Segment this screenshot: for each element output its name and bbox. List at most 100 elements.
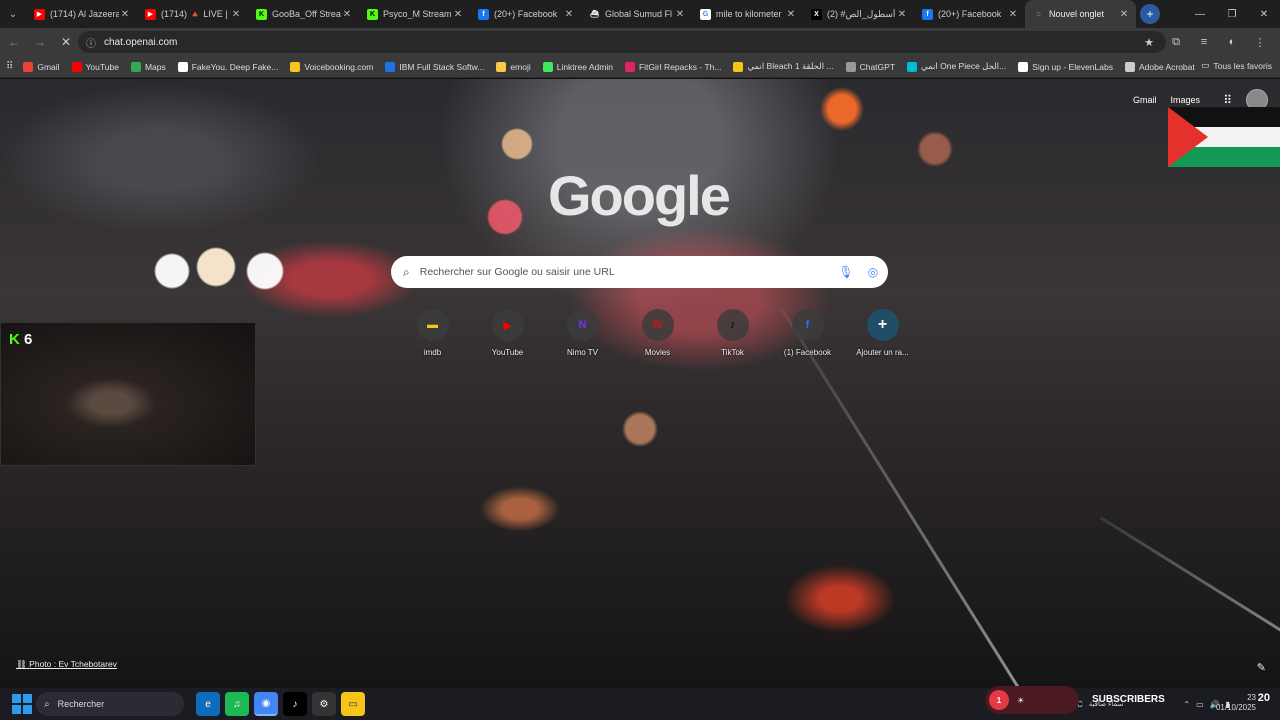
new-tab-button[interactable]: + bbox=[1140, 4, 1160, 24]
tab-close-icon[interactable]: ✕ bbox=[1118, 9, 1130, 20]
tab-close-icon[interactable]: ✕ bbox=[674, 9, 686, 20]
browser-tab[interactable]: X (2) #أسطول_الص...✕ bbox=[803, 0, 914, 28]
browser-tab[interactable]: Gmile to kilometer ✕ bbox=[692, 0, 803, 28]
shortcut-tile[interactable]: ♪ TikTok bbox=[695, 309, 770, 357]
gmail-link[interactable]: Gmail bbox=[1133, 95, 1157, 105]
tab-title: (1714) 🔺 LIVE | bbox=[161, 8, 228, 19]
forward-button[interactable]: → bbox=[28, 30, 52, 54]
bookmark-item[interactable]: IBM Full Stack Softw... bbox=[385, 61, 484, 72]
youtube-icon: ▶ bbox=[145, 8, 156, 20]
restore-icon[interactable]: ❐ bbox=[1216, 0, 1248, 28]
tab-close-icon[interactable]: ✕ bbox=[785, 9, 797, 20]
photo-credit-link[interactable]: ⛓ Photo : Ev Tchebotarev bbox=[16, 659, 117, 670]
bookmark-item[interactable]: انمي One Piece الحل... bbox=[907, 61, 1006, 72]
shortcut-tile[interactable]: + Ajouter un ra... bbox=[845, 309, 920, 357]
address-bar[interactable]: ⓘ chat.openai.com ★ bbox=[78, 31, 1166, 53]
browser-tab[interactable]: ◌ Nouvel onglet ✕ bbox=[1025, 0, 1136, 28]
bookmark-item[interactable]: YouTube bbox=[71, 61, 119, 72]
search-input[interactable] bbox=[419, 266, 834, 278]
customize-pencil-icon[interactable]: ✎ bbox=[1257, 661, 1266, 674]
chrome-icon[interactable]: ◉ bbox=[254, 692, 278, 716]
site-info-icon[interactable]: ⓘ bbox=[86, 35, 96, 50]
shortcut-icon: ♪ bbox=[716, 309, 749, 341]
close-window-icon[interactable]: ✕ bbox=[1248, 0, 1280, 28]
browser-tab[interactable]: f (20+) Facebook ✕ bbox=[470, 0, 581, 28]
shortcut-tile[interactable]: N Movies bbox=[620, 309, 695, 357]
apps-grid-icon[interactable]: ⠿ bbox=[6, 61, 13, 72]
network-icon[interactable]: ▭ bbox=[1196, 700, 1204, 709]
shortcut-label: TikTok bbox=[721, 348, 744, 357]
browser-tab[interactable]: f (20+) Facebook ✕ bbox=[914, 0, 1025, 28]
tab-title: Global Sumud Fl bbox=[605, 9, 673, 19]
tab-close-icon[interactable]: ✕ bbox=[563, 9, 575, 20]
tab-search-button[interactable]: ⌄ bbox=[0, 0, 26, 28]
google-apps-icon[interactable]: ⠿ bbox=[1223, 93, 1232, 107]
windows-start-icon[interactable] bbox=[10, 692, 34, 716]
tiktok-icon[interactable]: ♪ bbox=[283, 692, 307, 716]
bookmark-favicon-icon bbox=[23, 61, 34, 72]
tab-close-icon[interactable]: ✕ bbox=[1007, 9, 1019, 20]
browser-tab[interactable]: K Psyco_M Stream - ✕ bbox=[359, 0, 470, 28]
images-link[interactable]: Images bbox=[1170, 95, 1200, 105]
bookmark-item[interactable]: Linktree Admin bbox=[542, 61, 613, 72]
bookmark-star-icon[interactable]: ★ bbox=[1144, 36, 1154, 49]
shortcut-icon: f bbox=[791, 309, 824, 341]
app-icon[interactable]: ⚙ bbox=[312, 692, 336, 716]
bookmark-label: Maps bbox=[144, 61, 166, 72]
shortcut-icon: ▬ bbox=[416, 309, 449, 341]
stop-loading-button[interactable]: ✕ bbox=[54, 30, 78, 54]
all-bookmarks-button[interactable]: ▭ Tous les favoris bbox=[1201, 60, 1272, 71]
tab-close-icon[interactable]: ✕ bbox=[896, 9, 908, 20]
folder-icon: ▭ bbox=[1201, 60, 1210, 70]
bookmark-item[interactable]: انمي Bleach الحلقة 1 ... bbox=[733, 61, 834, 72]
tab-close-icon[interactable]: ✕ bbox=[230, 9, 242, 20]
youtube-icon: ▶ bbox=[34, 8, 45, 20]
bookmark-label: ChatGPT bbox=[859, 61, 896, 72]
bookmark-favicon-icon bbox=[177, 61, 188, 72]
kick-count: 6 bbox=[24, 331, 33, 348]
voice-search-icon[interactable]: 🎙 bbox=[834, 265, 858, 279]
extensions-icon[interactable]: ⧉ bbox=[1164, 30, 1188, 54]
bookmark-item[interactable]: FakeYou. Deep Fake... bbox=[177, 61, 278, 72]
bookmark-item[interactable]: emoji bbox=[496, 61, 531, 72]
file-explorer-icon[interactable]: ▭ bbox=[341, 692, 365, 716]
spotify-icon[interactable]: ♫ bbox=[225, 692, 249, 716]
browser-tab[interactable]: K GooBa_Off Stream ✕ bbox=[248, 0, 359, 28]
minimize-icon[interactable]: — bbox=[1184, 0, 1216, 28]
browser-tab[interactable]: ▶ (1714) Al Jazeera ✕ bbox=[26, 0, 137, 28]
bookmark-item[interactable]: Voicebooking.com bbox=[290, 61, 373, 72]
shortcut-tile[interactable]: f (1) Facebook bbox=[770, 309, 845, 357]
search-box[interactable]: ⌕ 🎙 ◎ bbox=[391, 256, 888, 288]
bookmark-item[interactable]: Maps bbox=[130, 61, 166, 72]
background-road-line bbox=[780, 307, 1059, 688]
bookmark-item[interactable]: Adobe Acrobat bbox=[1124, 61, 1195, 72]
tab-close-icon[interactable]: ✕ bbox=[341, 9, 353, 20]
bookmark-item[interactable]: Gmail bbox=[23, 61, 60, 72]
shortcut-tile[interactable]: N Nimo TV bbox=[545, 309, 620, 357]
back-button[interactable]: ← bbox=[2, 30, 26, 54]
toolbar-actions: ⧉ ≡ ◐ ⋮ bbox=[1164, 30, 1272, 54]
bookmark-list: Gmail YouTube Maps FakeYou. Deep Fake... Voi… bbox=[23, 61, 1206, 72]
taskbar-clock[interactable]: 23 01/10/2025 bbox=[1216, 693, 1256, 713]
profile-icon[interactable]: ◐ bbox=[1220, 30, 1244, 54]
bookmark-label: IBM Full Stack Softw... bbox=[399, 61, 485, 72]
taskbar: ⌕ Rechercher e ♫ ◉ ♪ ⚙ ▭ 22°C سماء صافية… bbox=[0, 688, 1280, 720]
lens-icon[interactable]: ◎ bbox=[858, 265, 888, 279]
menu-icon[interactable]: ⋮ bbox=[1248, 30, 1272, 54]
tab-close-icon[interactable]: ✕ bbox=[452, 9, 464, 20]
ship-icon: ⛴ bbox=[589, 8, 600, 20]
shortcut-tile[interactable]: ▬ imdb bbox=[395, 309, 470, 357]
browser-tab[interactable]: ▶ (1714) 🔺 LIVE | ✕ bbox=[137, 0, 248, 28]
bookmark-item[interactable]: FitGirl Repacks - Th... bbox=[624, 61, 721, 72]
shortcut-tile[interactable]: ▶ YouTube bbox=[470, 309, 545, 357]
tab-title: Nouvel onglet bbox=[1049, 9, 1105, 19]
browser-tab[interactable]: ⛴ Global Sumud Fl ✕ bbox=[581, 0, 692, 28]
bookmark-item[interactable]: Sign up - ElevenLabs bbox=[1018, 61, 1113, 72]
chevron-up-icon[interactable]: ⌃ bbox=[1183, 700, 1190, 709]
edge-icon[interactable]: e bbox=[196, 692, 220, 716]
tab-strip: ⌄ ▶ (1714) Al Jazeera ✕ ▶ (1714) 🔺 LIVE | ✕ K… bbox=[0, 0, 1280, 28]
tab-close-icon[interactable]: ✕ bbox=[119, 9, 131, 20]
bookmark-item[interactable]: ChatGPT bbox=[845, 61, 896, 72]
media-icon[interactable]: ≡ bbox=[1192, 30, 1216, 54]
taskbar-search[interactable]: ⌕ Rechercher bbox=[36, 692, 184, 716]
